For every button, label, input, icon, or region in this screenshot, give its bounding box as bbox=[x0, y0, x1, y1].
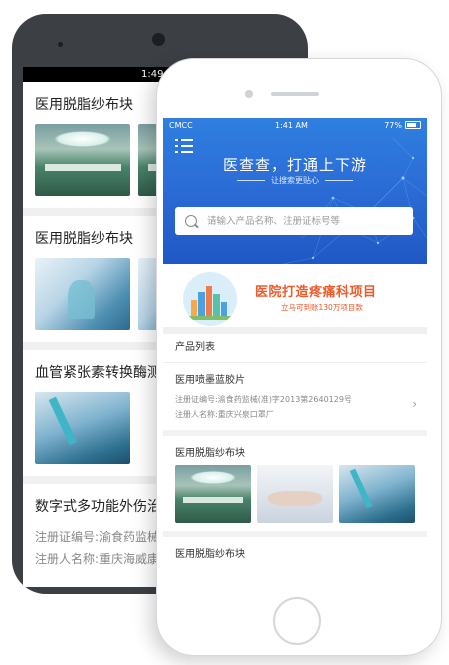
ios-status-bar: CMCC 1:41 AM 77% bbox=[163, 118, 427, 132]
chevron-right-icon[interactable]: › bbox=[412, 397, 417, 411]
lab-flask-image bbox=[35, 258, 130, 330]
android-camera bbox=[152, 33, 165, 46]
product-images bbox=[175, 465, 415, 523]
pipette-image bbox=[339, 465, 415, 523]
hero-header: CMCC 1:41 AM 77% 医查查，打通上下游 让搜索更贴心 bbox=[163, 118, 427, 264]
hero-subtitle: 让搜索更贴心 bbox=[163, 175, 427, 186]
menu-icon[interactable] bbox=[175, 139, 193, 153]
iphone-frame: CMCC 1:41 AM 77% 医查查，打通上下游 让搜索更贴心 请输入产品名… bbox=[156, 58, 442, 656]
android-sensor-dot bbox=[58, 42, 63, 47]
city-illustration bbox=[183, 272, 237, 326]
home-button[interactable] bbox=[273, 597, 321, 645]
iphone-speaker bbox=[271, 92, 319, 96]
network-background bbox=[282, 137, 427, 264]
iphone-screen: CMCC 1:41 AM 77% 医查查，打通上下游 让搜索更贴心 请输入产品名… bbox=[163, 118, 427, 581]
status-time: 1:41 AM bbox=[275, 120, 308, 130]
operating-room-image bbox=[35, 124, 130, 196]
battery-percent: 77% bbox=[384, 120, 402, 130]
city-skyline-icon bbox=[187, 286, 233, 320]
pipette-image bbox=[35, 392, 130, 464]
banner-subtitle: 立马可到账130万项目款 bbox=[281, 303, 363, 312]
lab-hands-image bbox=[257, 465, 333, 523]
search-bar[interactable] bbox=[175, 207, 413, 235]
product-item[interactable]: 医用脱脂纱布块 bbox=[163, 436, 427, 537]
operating-room-image bbox=[175, 465, 251, 523]
product-title: 医用喷墨蓝胶片 bbox=[175, 375, 245, 386]
product-reg-no: 注册证编号:渝食药监械(准)字2013第2640129号 bbox=[175, 395, 352, 404]
section-title: 产品列表 bbox=[163, 334, 427, 363]
product-title: 医用脱脂纱布块 bbox=[175, 549, 245, 560]
search-input[interactable] bbox=[205, 214, 409, 228]
banner-title: 医院打造疼痛科项目 bbox=[255, 285, 377, 300]
product-registrant: 注册人名称:重庆兴泉口罩厂 bbox=[175, 410, 274, 419]
iphone-camera bbox=[245, 90, 253, 98]
battery-indicator: 77% bbox=[384, 121, 421, 130]
search-icon bbox=[185, 215, 197, 227]
battery-icon bbox=[405, 121, 421, 129]
product-title: 医用脱脂纱布块 bbox=[175, 448, 245, 459]
product-item[interactable]: 医用喷墨蓝胶片 注册证编号:渝食药监械(准)字2013第2640129号 注册人… bbox=[163, 363, 427, 436]
promo-banner[interactable]: 医院打造疼痛科项目 立马可到账130万项目款 bbox=[163, 264, 427, 334]
hero-title: 医查查，打通上下游 bbox=[222, 156, 367, 174]
product-item[interactable]: 医用脱脂纱布块 bbox=[163, 537, 427, 574]
